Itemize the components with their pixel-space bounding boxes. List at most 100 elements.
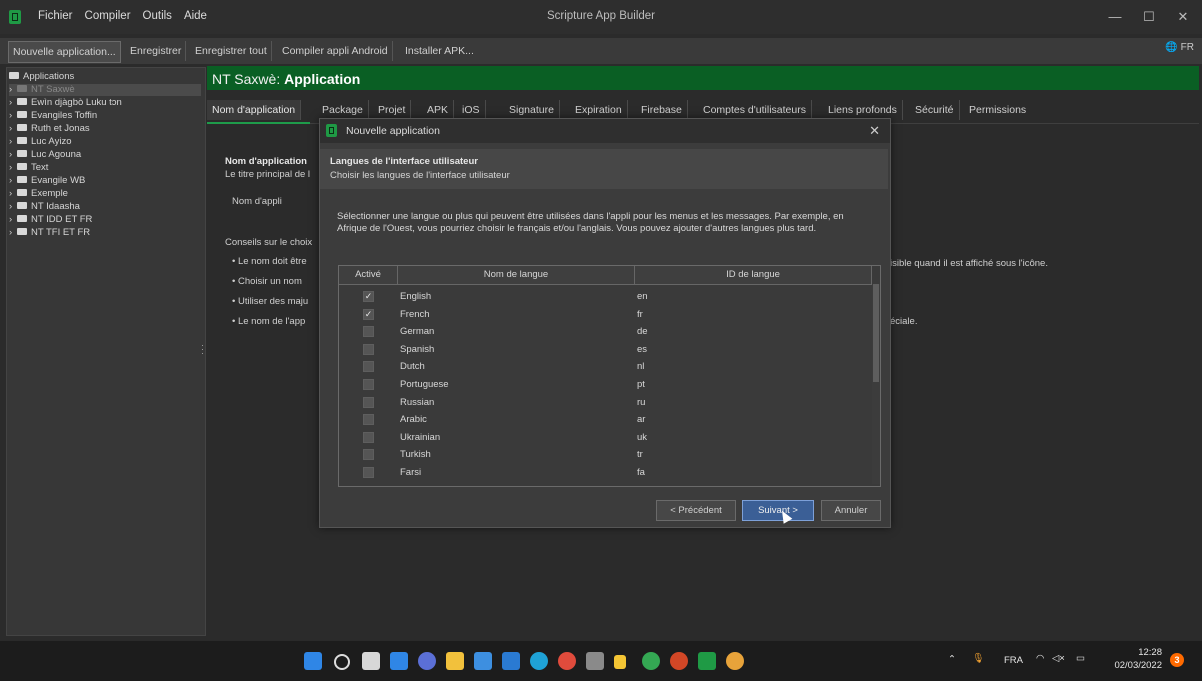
table-row[interactable]: Dutch nl	[339, 358, 871, 376]
chevron-right-icon[interactable]: ›	[9, 97, 17, 109]
tab-user-accounts[interactable]: Comptes d'utilisateurs	[698, 100, 812, 120]
wifi-icon[interactable]: ◠	[1036, 653, 1044, 664]
tab-firebase[interactable]: Firebase	[636, 100, 688, 120]
cancel-button[interactable]: Annuler	[821, 500, 881, 521]
tab-security[interactable]: Sécurité	[910, 100, 960, 120]
tree-root[interactable]: Applications	[9, 71, 74, 83]
chevron-right-icon[interactable]: ›	[9, 227, 17, 239]
tab-app-name[interactable]: Nom d'application	[207, 100, 302, 120]
keyboard-language[interactable]: FRA	[1004, 655, 1023, 666]
app-icon[interactable]	[586, 652, 604, 670]
widgets-icon[interactable]	[390, 652, 408, 670]
microphone-icon[interactable]: 🎙	[972, 653, 984, 664]
enable-checkbox[interactable]: ✓	[363, 308, 374, 320]
tab-ios[interactable]: iOS	[457, 100, 486, 120]
table-row[interactable]: Portuguese pt	[339, 376, 871, 394]
tab-permissions[interactable]: Permissions	[964, 100, 1031, 120]
enable-checkbox[interactable]	[363, 431, 374, 443]
table-row[interactable]: Turkish tr	[339, 446, 871, 464]
chevron-right-icon[interactable]: ›	[9, 84, 17, 96]
column-header-active[interactable]: Activé	[339, 266, 398, 285]
language-selector[interactable]: 🌐 FR	[1165, 42, 1194, 53]
tree-item[interactable]: › Evangiles Toffin	[9, 110, 97, 122]
chevron-right-icon[interactable]: ›	[9, 149, 17, 161]
chevron-right-icon[interactable]: ›	[9, 123, 17, 135]
enable-checkbox[interactable]	[363, 449, 374, 461]
column-header-id[interactable]: ID de langue	[635, 266, 872, 285]
enable-checkbox[interactable]	[363, 361, 374, 373]
enable-checkbox[interactable]	[363, 414, 374, 426]
chrome-icon[interactable]	[642, 652, 660, 670]
store-icon[interactable]	[474, 652, 492, 670]
column-header-name[interactable]: Nom de langue	[398, 266, 635, 285]
tree-item[interactable]: › Exemple	[9, 188, 68, 200]
app-icon[interactable]	[726, 652, 744, 670]
table-row[interactable]: Ukrainian uk	[339, 429, 871, 447]
tree-item[interactable]: › Ruth et Jonas	[9, 123, 90, 135]
menu-fichier[interactable]: Fichier	[38, 10, 73, 22]
next-button[interactable]: Suivant >	[742, 500, 814, 521]
new-app-button[interactable]: Nouvelle application...	[8, 41, 121, 63]
file-explorer-icon[interactable]	[446, 652, 464, 670]
save-all-button[interactable]: Enregistrer tout	[191, 41, 272, 61]
install-apk-button[interactable]: Installer APK...	[401, 41, 478, 61]
table-row[interactable]: Russian ru	[339, 394, 871, 412]
menu-aide[interactable]: Aide	[184, 10, 207, 22]
start-icon[interactable]	[304, 652, 322, 670]
table-row[interactable]: Spanish es	[339, 341, 871, 359]
table-row[interactable]: ✓ English en	[339, 288, 871, 306]
tab-apk[interactable]: APK	[422, 100, 455, 120]
notification-badge[interactable]: 3	[1170, 653, 1184, 667]
close-icon[interactable]: ✕	[869, 123, 880, 139]
tree-item[interactable]: › NT Idaasha	[9, 201, 80, 213]
close-icon[interactable]: ✕	[1170, 6, 1196, 28]
edge-icon[interactable]	[530, 652, 548, 670]
tree-item[interactable]: › Evangile WB	[9, 175, 85, 187]
search-icon[interactable]	[334, 654, 350, 670]
chevron-up-icon[interactable]: ⌃	[948, 654, 956, 665]
minimize-icon[interactable]: —	[1102, 6, 1128, 28]
chevron-right-icon[interactable]: ›	[9, 136, 17, 148]
powerpoint-icon[interactable]	[670, 652, 688, 670]
chat-icon[interactable]	[418, 652, 436, 670]
build-android-button[interactable]: Compiler appli Android	[278, 41, 393, 61]
task-view-icon[interactable]	[362, 652, 380, 670]
save-button[interactable]: Enregistrer	[126, 41, 187, 61]
enable-checkbox[interactable]	[363, 326, 374, 338]
chevron-right-icon[interactable]: ›	[9, 175, 17, 187]
chevron-right-icon[interactable]: ›	[9, 162, 17, 174]
table-row[interactable]: Arabic ar	[339, 411, 871, 429]
enable-checkbox[interactable]	[363, 396, 374, 408]
volume-icon[interactable]: ◁×	[1052, 653, 1065, 664]
tree-item[interactable]: › Ewìn djàgbò Luku tɔn	[9, 97, 122, 109]
splitter-handle[interactable]: · · ·	[201, 341, 204, 358]
chevron-right-icon[interactable]: ›	[9, 214, 17, 226]
table-row[interactable]: Farsi fa	[339, 464, 871, 482]
tree-item[interactable]: › Text	[9, 162, 48, 174]
chevron-right-icon[interactable]: ›	[9, 201, 17, 213]
menu-outils[interactable]: Outils	[143, 10, 172, 22]
battery-icon[interactable]: ▭	[1076, 653, 1085, 664]
table-row[interactable]: German de	[339, 323, 871, 341]
app-icon[interactable]	[558, 652, 576, 670]
lock-icon[interactable]	[614, 655, 626, 669]
enable-checkbox[interactable]	[363, 379, 374, 390]
tree-item[interactable]: › Luc Ayizo	[9, 136, 72, 148]
tree-item[interactable]: › NT TFI ET FR	[9, 227, 90, 239]
enable-checkbox[interactable]	[363, 467, 374, 478]
tab-deep-links[interactable]: Liens profonds	[823, 100, 903, 120]
tab-expiration[interactable]: Expiration	[570, 100, 628, 120]
mail-icon[interactable]	[502, 652, 520, 670]
tab-project[interactable]: Projet	[373, 100, 412, 120]
previous-button[interactable]: < Précédent	[656, 500, 736, 521]
tree-item-selected[interactable]: › NT Saxwè	[9, 84, 201, 96]
enable-checkbox[interactable]: ✓	[363, 291, 374, 302]
tab-signature[interactable]: Signature	[504, 100, 560, 120]
tree-item[interactable]: › NT IDD ET FR	[9, 214, 92, 226]
chevron-right-icon[interactable]: ›	[9, 110, 17, 122]
scrollbar-thumb[interactable]	[873, 284, 879, 382]
maximize-icon[interactable]: ☐	[1136, 6, 1162, 28]
chevron-right-icon[interactable]: ›	[9, 188, 17, 200]
tree-item[interactable]: › Luc Agouna	[9, 149, 81, 161]
enable-checkbox[interactable]	[363, 343, 374, 355]
